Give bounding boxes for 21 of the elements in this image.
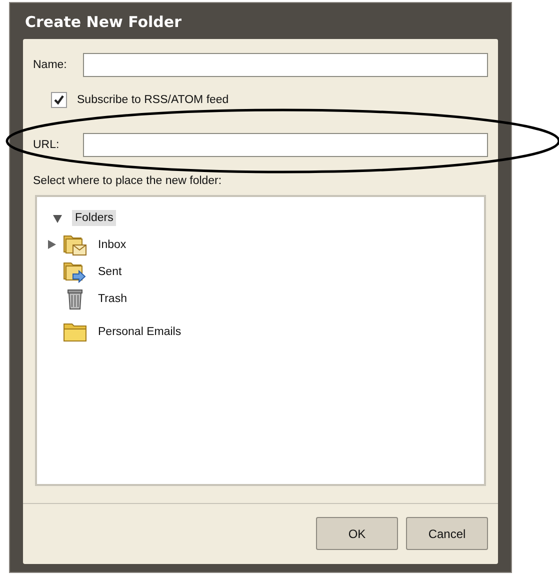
folder-arrow-icon	[63, 260, 87, 282]
folder-envelope-icon	[63, 234, 87, 256]
url-field[interactable]	[83, 133, 488, 157]
folder-icon	[63, 320, 87, 342]
subscribe-checkbox[interactable]	[51, 92, 67, 108]
name-field[interactable]	[83, 53, 488, 77]
url-label: URL:	[33, 139, 60, 151]
tree-item[interactable]: Inbox	[95, 236, 130, 252]
dialog-button[interactable]: Cancel	[406, 517, 488, 550]
tree-item[interactable]: Trash	[95, 290, 130, 306]
location-label: Select where to place the new folder:	[33, 175, 223, 187]
collapsed-arrow-icon[interactable]	[47, 240, 56, 249]
name-label: Name:	[33, 59, 68, 71]
tree-item[interactable]: Personal Emails	[95, 324, 184, 340]
expanded-arrow-icon[interactable]	[53, 214, 62, 222]
window-title: Create New Folder	[25, 12, 182, 33]
checkmark-icon	[53, 94, 65, 106]
tree-item[interactable]: Sent	[95, 264, 125, 280]
tree-item[interactable]: Folders	[72, 210, 116, 226]
subscribe-label: Subscribe to RSS/ATOM feed	[77, 94, 229, 106]
dialog-button[interactable]: OK	[316, 517, 398, 550]
